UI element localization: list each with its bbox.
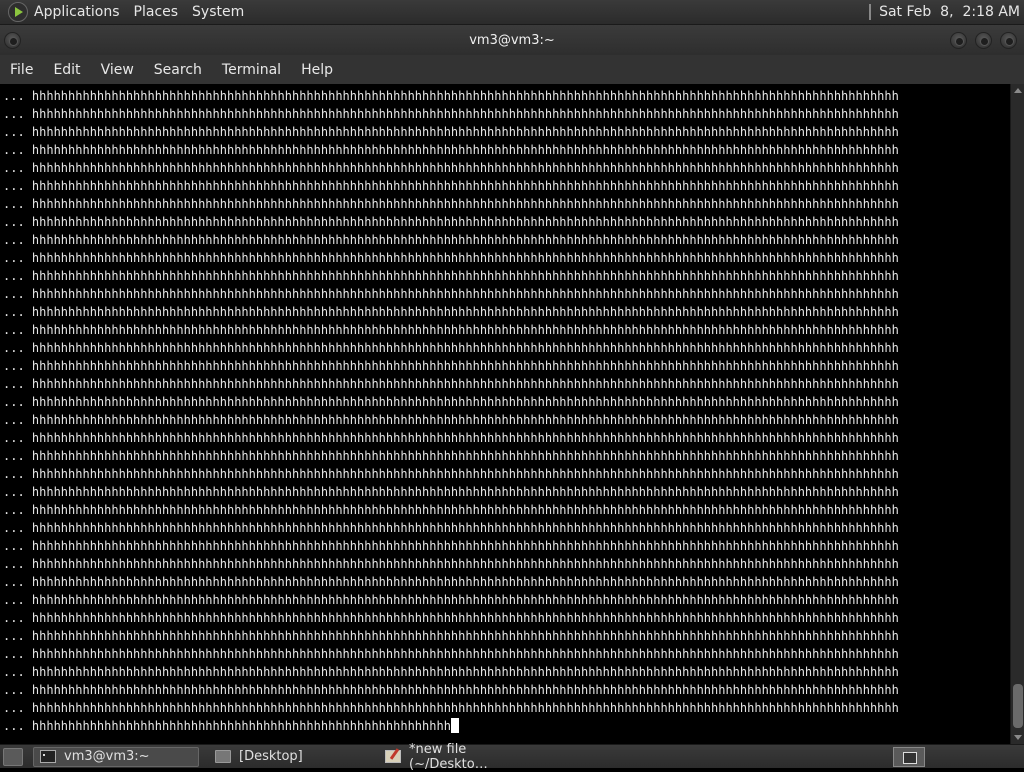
terminal-line: ... hhhhhhhhhhhhhhhhhhhhhhhhhhhhhhhhhhhh… — [3, 647, 899, 661]
terminal-line: ... hhhhhhhhhhhhhhhhhhhhhhhhhhhhhhhhhhhh… — [3, 539, 899, 553]
terminal-line: ... hhhhhhhhhhhhhhhhhhhhhhhhhhhhhhhhhhhh… — [3, 413, 899, 427]
terminal-line: ... hhhhhhhhhhhhhhhhhhhhhhhhhhhhhhhhhhhh… — [3, 377, 899, 391]
menu-search[interactable]: Search — [144, 62, 212, 78]
terminal-line: ... hhhhhhhhhhhhhhhhhhhhhhhhhhhhhhhhhhhh… — [3, 683, 899, 697]
terminal-line: ... hhhhhhhhhhhhhhhhhhhhhhhhhhhhhhhhhhhh… — [3, 161, 899, 175]
terminal-line: ... hhhhhhhhhhhhhhhhhhhhhhhhhhhhhhhhhhhh… — [3, 143, 899, 157]
scroll-down-icon[interactable] — [1014, 735, 1022, 740]
terminal-line: ... hhhhhhhhhhhhhhhhhhhhhhhhhhhhhhhhhhhh… — [3, 431, 899, 445]
task-text-editor[interactable]: *new file (~/Deskto… — [379, 742, 549, 772]
terminal-line-current: ... hhhhhhhhhhhhhhhhhhhhhhhhhhhhhhhhhhhh… — [3, 717, 1010, 735]
task-label: *new file (~/Deskto… — [409, 741, 488, 772]
terminal-icon — [40, 750, 56, 763]
terminal-line: ... hhhhhhhhhhhhhhhhhhhhhhhhhhhhhhhhhhhh… — [3, 467, 899, 481]
terminal-line: ... hhhhhhhhhhhhhhhhhhhhhhhhhhhhhhhhhhhh… — [3, 125, 899, 139]
terminal-line: ... hhhhhhhhhhhhhhhhhhhhhhhhhhhhhhhhhhhh… — [3, 593, 899, 607]
menu-file[interactable]: File — [0, 62, 43, 78]
menu-help[interactable]: Help — [291, 62, 343, 78]
menu-terminal[interactable]: Terminal — [212, 62, 291, 78]
window-titlebar[interactable]: vm3@vm3:~ — [0, 25, 1024, 55]
terminal-line: ... hhhhhhhhhhhhhhhhhhhhhhhhhhhhhhhhhhhh… — [3, 521, 899, 535]
task-label: [Desktop] — [239, 749, 303, 764]
terminal-line: ... hhhhhhhhhhhhhhhhhhhhhhhhhhhhhhhhhhhh… — [3, 197, 899, 211]
terminal-line: ... hhhhhhhhhhhhhhhhhhhhhhhhhhhhhhhhhhhh… — [3, 359, 899, 373]
terminal-line: ... hhhhhhhhhhhhhhhhhhhhhhhhhhhhhhhhhhhh… — [3, 449, 899, 463]
show-desktop-icon[interactable] — [3, 747, 23, 766]
terminal-line: ... hhhhhhhhhhhhhhhhhhhhhhhhhhhhhhhhhhhh… — [3, 107, 899, 121]
task-desktop[interactable]: [Desktop] — [209, 747, 369, 767]
distro-logo-icon[interactable] — [8, 2, 28, 22]
workspace-switcher[interactable] — [893, 747, 925, 767]
applications-menu[interactable]: Applications — [34, 4, 120, 20]
minimize-button[interactable] — [950, 32, 967, 49]
terminal-line: ... hhhhhhhhhhhhhhhhhhhhhhhhhhhhhhhhhhhh… — [3, 287, 899, 301]
terminal-line: ... hhhhhhhhhhhhhhhhhhhhhhhhhhhhhhhhhhhh… — [3, 503, 899, 517]
terminal-line: ... hhhhhhhhhhhhhhhhhhhhhhhhhhhhhhhhhhhh… — [3, 629, 899, 643]
terminal-line: ... hhhhhhhhhhhhhhhhhhhhhhhhhhhhhhhhhhhh… — [3, 611, 899, 625]
clock-area: Sat Feb 8, 2:18 AM — [869, 4, 1020, 20]
text-editor-icon — [385, 750, 401, 763]
bottom-panel: vm3@vm3:~ [Desktop] *new file (~/Deskto… — [0, 742, 1024, 772]
terminal-line: ... hhhhhhhhhhhhhhhhhhhhhhhhhhhhhhhhhhhh… — [3, 323, 899, 337]
places-menu[interactable]: Places — [134, 4, 179, 20]
system-menu[interactable]: System — [192, 4, 244, 20]
panel-separator — [869, 4, 872, 20]
folder-icon — [215, 750, 231, 763]
terminal-input-text: ... hhhhhhhhhhhhhhhhhhhhhhhhhhhhhhhhhhhh… — [3, 719, 451, 733]
terminal-line: ... hhhhhhhhhhhhhhhhhhhhhhhhhhhhhhhhhhhh… — [3, 89, 899, 103]
terminal-output[interactable]: ... hhhhhhhhhhhhhhhhhhhhhhhhhhhhhhhhhhhh… — [0, 84, 1010, 744]
scroll-thumb[interactable] — [1013, 684, 1023, 728]
maximize-button[interactable] — [975, 32, 992, 49]
terminal-line: ... hhhhhhhhhhhhhhhhhhhhhhhhhhhhhhhhhhhh… — [3, 395, 899, 409]
task-label: vm3@vm3:~ — [64, 749, 150, 764]
menu-edit[interactable]: Edit — [43, 62, 90, 78]
terminal-line: ... hhhhhhhhhhhhhhhhhhhhhhhhhhhhhhhhhhhh… — [3, 269, 899, 283]
terminal-line: ... hhhhhhhhhhhhhhhhhhhhhhhhhhhhhhhhhhhh… — [3, 233, 899, 247]
clock[interactable]: Sat Feb 8, 2:18 AM — [879, 4, 1020, 20]
terminal-line: ... hhhhhhhhhhhhhhhhhhhhhhhhhhhhhhhhhhhh… — [3, 179, 899, 193]
terminal-line: ... hhhhhhhhhhhhhhhhhhhhhhhhhhhhhhhhhhhh… — [3, 665, 899, 679]
terminal-line: ... hhhhhhhhhhhhhhhhhhhhhhhhhhhhhhhhhhhh… — [3, 341, 899, 355]
task-terminal[interactable]: vm3@vm3:~ — [33, 746, 199, 767]
top-panel: Applications Places System Sat Feb 8, 2:… — [0, 0, 1024, 25]
terminal-line: ... hhhhhhhhhhhhhhhhhhhhhhhhhhhhhhhhhhhh… — [3, 557, 899, 571]
terminal-line: ... hhhhhhhhhhhhhhhhhhhhhhhhhhhhhhhhhhhh… — [3, 251, 899, 265]
terminal-line: ... hhhhhhhhhhhhhhhhhhhhhhhhhhhhhhhhhhhh… — [3, 701, 899, 715]
terminal-line: ... hhhhhhhhhhhhhhhhhhhhhhhhhhhhhhhhhhhh… — [3, 305, 899, 319]
text-cursor — [450, 718, 459, 733]
scroll-up-icon[interactable] — [1014, 88, 1022, 93]
terminal-scrollbar[interactable] — [1010, 84, 1024, 744]
window-menu-icon[interactable] — [4, 32, 21, 49]
menu-view[interactable]: View — [91, 62, 144, 78]
close-button[interactable] — [1000, 32, 1017, 49]
window-title: vm3@vm3:~ — [469, 32, 555, 48]
menubar: File Edit View Search Terminal Help — [0, 55, 1024, 84]
terminal-line: ... hhhhhhhhhhhhhhhhhhhhhhhhhhhhhhhhhhhh… — [3, 485, 899, 499]
terminal-line: ... hhhhhhhhhhhhhhhhhhhhhhhhhhhhhhhhhhhh… — [3, 575, 899, 589]
terminal-line: ... hhhhhhhhhhhhhhhhhhhhhhhhhhhhhhhhhhhh… — [3, 215, 899, 229]
